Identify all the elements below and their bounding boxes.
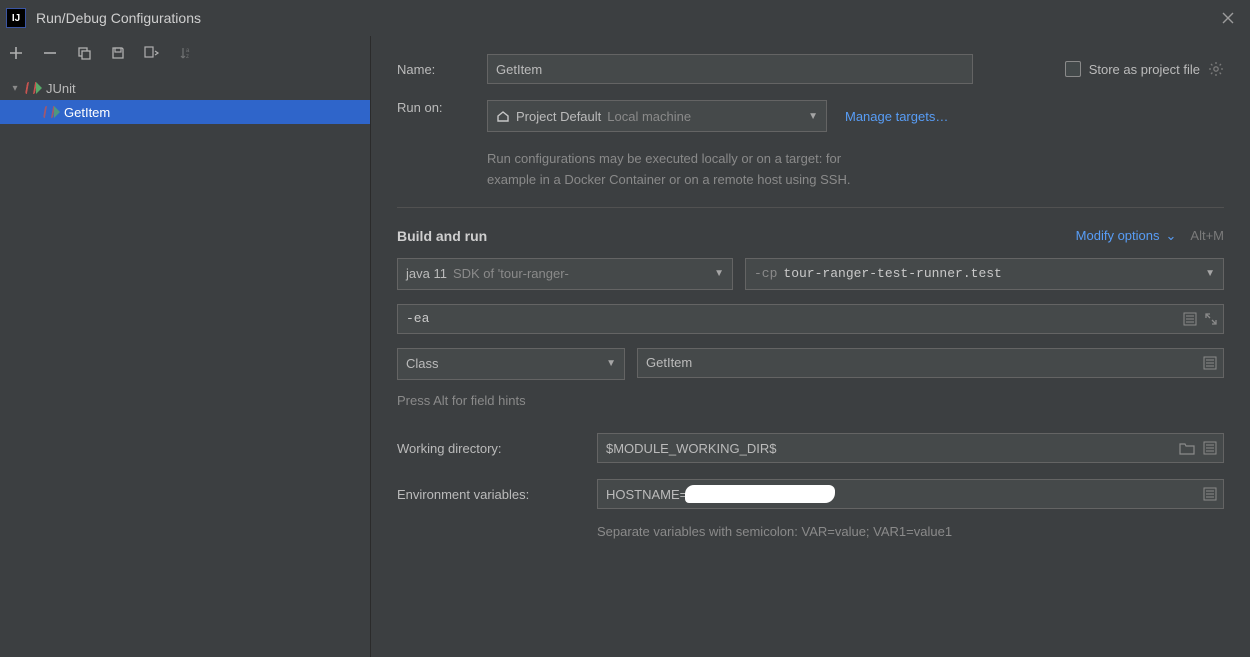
window-title: Run/Debug Configurations — [36, 10, 1216, 26]
expand-icon[interactable] — [1205, 313, 1217, 325]
list-icon[interactable] — [1203, 487, 1217, 501]
classpath-combo[interactable]: -cp tour-ranger-test-runner.test ▼ — [745, 258, 1224, 290]
chevron-down-icon: ▼ — [808, 111, 818, 122]
checkbox-icon[interactable] — [1065, 61, 1081, 77]
jdk-combo[interactable]: java 11 SDK of 'tour-ranger- ▼ — [397, 258, 733, 290]
field-hints-text: Press Alt for field hints — [397, 390, 1224, 411]
store-as-file[interactable]: Store as project file — [1065, 61, 1224, 77]
sort-icon[interactable]: az — [176, 43, 196, 63]
runon-combo[interactable]: Project Default Local machine ▼ — [487, 100, 827, 132]
name-value: GetItem — [496, 62, 542, 77]
gear-icon[interactable] — [1208, 61, 1224, 77]
working-dir-value: $MODULE_WORKING_DIR$ — [606, 441, 776, 456]
name-label: Name: — [397, 62, 469, 77]
cp-value: tour-ranger-test-runner.test — [783, 266, 1001, 281]
main-area: az ▾ JUnit GetItem Name: GetItem S — [0, 36, 1250, 657]
working-dir-input[interactable]: $MODULE_WORKING_DIR$ — [597, 433, 1224, 463]
sidebar-toolbar: az — [0, 36, 370, 70]
titlebar: IJ Run/Debug Configurations — [0, 0, 1250, 36]
working-dir-label: Working directory: — [397, 441, 579, 456]
content-panel: Name: GetItem Store as project file Run … — [371, 36, 1250, 657]
name-row: Name: GetItem Store as project file — [397, 54, 1224, 84]
list-icon[interactable] — [1203, 356, 1217, 370]
build-run-header: Build and run Modify options ⌄ Alt+M — [397, 228, 1224, 244]
list-icon[interactable] — [1183, 312, 1197, 326]
chevron-down-icon: ▾ — [10, 83, 20, 94]
jdk-cp-row: java 11 SDK of 'tour-ranger- ▼ -cp tour-… — [397, 258, 1224, 290]
test-scope-combo[interactable]: Class ▼ — [397, 348, 625, 380]
runon-row: Run on: Project Default Local machine ▼ … — [397, 100, 1224, 191]
modify-options-link[interactable]: Modify options — [1076, 228, 1160, 243]
cp-flag: -cp — [754, 266, 777, 281]
manage-targets-link[interactable]: Manage targets… — [845, 109, 948, 124]
add-icon[interactable] — [6, 43, 26, 63]
class-input[interactable]: GetItem — [637, 348, 1224, 378]
junit-icon — [26, 82, 40, 94]
junit-icon — [44, 106, 58, 118]
svg-text:z: z — [186, 54, 189, 60]
chevron-down-icon: ▼ — [1205, 268, 1215, 279]
env-vars-row: Environment variables: HOSTNAME= — [397, 479, 1224, 509]
jdk-main: java 11 — [406, 266, 447, 281]
save-icon[interactable] — [108, 43, 128, 63]
runon-value-main: Project Default — [516, 109, 601, 124]
class-value: GetItem — [646, 355, 692, 370]
runon-value-sub: Local machine — [607, 109, 691, 124]
modify-shortcut: Alt+M — [1190, 228, 1224, 243]
sidebar: az ▾ JUnit GetItem — [0, 36, 371, 657]
chevron-down-icon: ▼ — [714, 268, 724, 279]
remove-icon[interactable] — [40, 43, 60, 63]
vm-options-value: -ea — [406, 311, 429, 326]
divider — [397, 207, 1224, 208]
store-label: Store as project file — [1089, 62, 1200, 77]
redacted-overlay — [685, 485, 835, 503]
vm-options-input[interactable]: -ea — [397, 304, 1224, 334]
env-vars-value: HOSTNAME= — [606, 487, 687, 502]
tree-item-label: GetItem — [64, 105, 110, 120]
folder-icon[interactable] — [1179, 442, 1195, 455]
tree-root-label: JUnit — [46, 81, 76, 96]
home-icon — [496, 109, 510, 123]
app-icon: IJ — [6, 8, 26, 28]
scope-value: Class — [406, 356, 439, 371]
jdk-sub: SDK of 'tour-ranger- — [453, 266, 569, 281]
working-dir-row: Working directory: $MODULE_WORKING_DIR$ — [397, 433, 1224, 463]
close-icon[interactable] — [1216, 6, 1240, 30]
env-hint: Separate variables with semicolon: VAR=v… — [597, 521, 1224, 542]
build-run-title: Build and run — [397, 228, 487, 244]
runon-hint: Run configurations may be executed local… — [487, 148, 948, 191]
chevron-down-icon: ▼ — [606, 358, 616, 369]
list-icon[interactable] — [1203, 441, 1217, 455]
tree-item-getitem[interactable]: GetItem — [0, 100, 370, 124]
chevron-down-icon: ⌄ — [1166, 228, 1177, 244]
name-input[interactable]: GetItem — [487, 54, 973, 84]
tree-root-junit[interactable]: ▾ JUnit — [0, 76, 370, 100]
vm-options-row: -ea — [397, 304, 1224, 334]
copy-icon[interactable] — [74, 43, 94, 63]
scope-class-row: Class ▼ GetItem — [397, 348, 1224, 380]
env-vars-label: Environment variables: — [397, 487, 579, 502]
env-vars-input[interactable]: HOSTNAME= — [597, 479, 1224, 509]
config-tree: ▾ JUnit GetItem — [0, 70, 370, 124]
templates-icon[interactable] — [142, 43, 162, 63]
runon-label: Run on: — [397, 100, 469, 115]
